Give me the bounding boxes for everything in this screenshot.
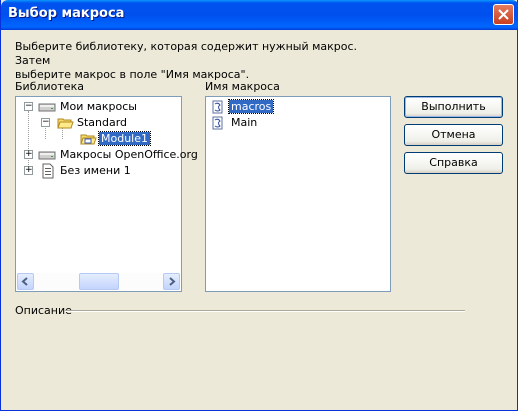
macro-list[interactable]: macros Main [205, 96, 391, 292]
library-label: Библиотека [15, 80, 84, 93]
close-button[interactable] [493, 4, 514, 25]
tree-node-untitled-document[interactable]: + Без имени 1 [22, 163, 182, 179]
module-folder-icon [80, 134, 97, 145]
tree-node-openoffice-macros[interactable]: + Макросы OpenOffice.org [22, 147, 198, 163]
document-icon [42, 163, 54, 179]
library-tree[interactable]: − Мои макросы − Standard Module1 + Макро… [15, 96, 198, 292]
drive-icon [38, 103, 56, 112]
macro-icon [212, 116, 223, 130]
arrow-left-icon [21, 277, 28, 286]
tree-node-label: Standard [77, 116, 128, 129]
scroll-left-button[interactable] [17, 273, 34, 290]
tree-node-label: Мои макросы [60, 100, 137, 113]
description-label: Описание [15, 304, 72, 317]
collapse-icon[interactable]: − [41, 118, 50, 127]
expand-icon[interactable]: + [24, 150, 33, 159]
close-icon [498, 9, 509, 20]
scroll-right-button[interactable] [163, 273, 180, 290]
tree-node-label: Макросы OpenOffice.org [60, 148, 198, 161]
scroll-thumb[interactable] [79, 273, 119, 290]
horizontal-scrollbar[interactable] [17, 273, 180, 290]
list-item-label: macros [227, 99, 275, 114]
arrow-right-icon [169, 277, 176, 286]
instructions-line-1: Выберите библиотеку, которая содержит ну… [15, 40, 358, 67]
help-button[interactable]: Справка [404, 152, 503, 174]
drive-icon [38, 151, 56, 160]
title-bar[interactable]: Выбор макроса [1, 0, 518, 30]
tree-node-module1[interactable]: Module1 [80, 131, 180, 147]
expand-icon[interactable]: + [24, 166, 33, 175]
macro-selector-dialog: Выбор макроса Выберите библиотеку, котор… [0, 0, 518, 411]
run-button[interactable]: Выполнить [404, 96, 503, 118]
cancel-button[interactable]: Отмена [404, 124, 503, 146]
tree-node-my-macros[interactable]: − Мои макросы [22, 99, 182, 115]
macro-name-label: Имя макроса [205, 80, 280, 93]
tree-node-standard[interactable]: − Standard [40, 115, 180, 131]
collapse-icon[interactable]: − [24, 102, 33, 111]
window-title: Выбор макроса [8, 6, 125, 21]
list-item-label: Main [231, 116, 258, 129]
tree-node-label: Без имени 1 [60, 164, 131, 177]
instructions-text: Выберите библиотеку, которая содержит ну… [15, 40, 395, 82]
list-item[interactable]: Main [210, 115, 380, 131]
folder-open-icon [57, 118, 74, 129]
list-item[interactable]: macros [210, 99, 380, 115]
description-separator [65, 310, 465, 312]
tree-node-label: Module1 [98, 131, 151, 146]
macro-icon [212, 100, 223, 114]
